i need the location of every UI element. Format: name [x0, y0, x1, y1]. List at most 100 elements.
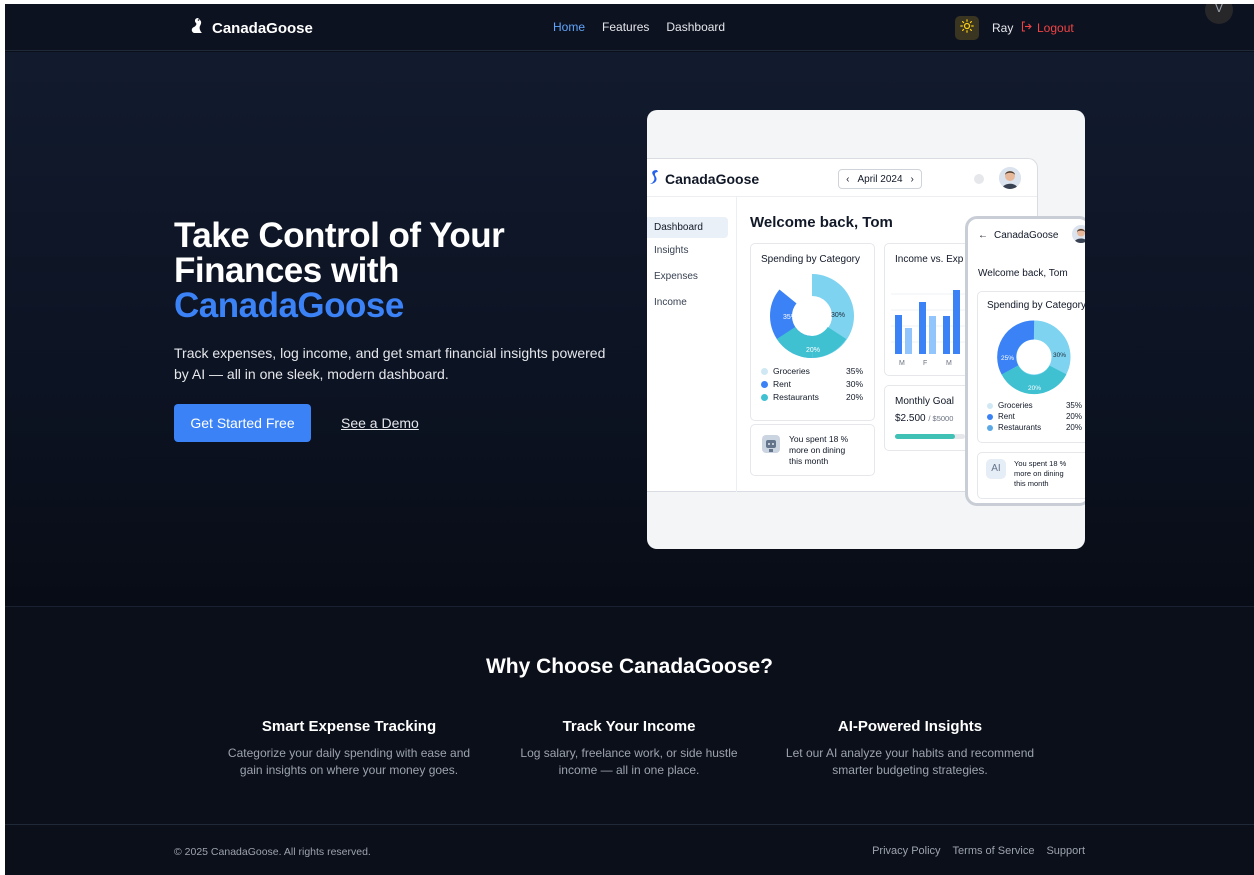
ai-text-line: more on dining — [789, 445, 846, 455]
feature-expense-tracking: Smart Expense Tracking Categorize your d… — [214, 718, 484, 779]
ai-text-line: You spent 18 % — [789, 434, 849, 444]
mockup-brand: CanadaGoose — [649, 169, 759, 188]
ai-insight-text: You spent 18 % more on dining this month — [789, 434, 848, 467]
logout-button[interactable]: Logout — [1021, 21, 1074, 35]
sidebar-item-expenses: Expenses — [654, 271, 698, 282]
legend-row: Restaurants 20% — [761, 392, 863, 402]
phone-donut-label-right: 30% — [1053, 352, 1066, 359]
feature-text-line: gain insights on where your money goes. — [239, 763, 459, 777]
footer-link-support[interactable]: Support — [1046, 845, 1085, 857]
ai-text-line: this month — [789, 456, 829, 466]
spending-donut: 35% 30% 20% — [770, 274, 854, 359]
logout-label: Logout — [1037, 21, 1074, 35]
brand-logo[interactable]: CanadaGoose — [190, 17, 313, 40]
ai-badge: AI — [986, 459, 1006, 479]
legend-row: Rent 20% — [987, 412, 1082, 421]
legend-value: 20% — [1065, 423, 1082, 432]
app-frame: CanadaGoose Home Features Dashboard Ray … — [5, 4, 1254, 875]
copyright-text: © 2025 CanadaGoose. All rights reserved. — [174, 846, 371, 858]
donut-label-right: 30% — [831, 312, 845, 319]
legend-row: Restaurants 20% — [987, 423, 1082, 432]
phone-spending-title: Spending by Category — [987, 300, 1085, 311]
feature-text: Categorize your daily spending with ease… — [214, 745, 484, 779]
phone-donut-label-left: 25% — [1001, 355, 1014, 362]
legend-name: Restaurants — [998, 423, 1042, 432]
dashboard-mockup-image: CanadaGoose ‹ April 2024 › Dashboard Ins… — [647, 110, 1085, 549]
hero-subtitle: Track expenses, log income, and get smar… — [174, 345, 606, 382]
theme-toggle-button[interactable] — [955, 16, 979, 40]
features-heading: Why Choose CanadaGoose? — [485, 655, 774, 678]
bar-label-m1: M — [899, 360, 905, 367]
legend-swatch — [987, 402, 993, 409]
feature-text: Let our AI analyze your habits and recom… — [775, 745, 1045, 779]
legend-value: 35% — [1065, 401, 1082, 410]
legend-swatch — [761, 393, 768, 401]
phone-mockup: ← CanadaGoose Welcome back, Tom Spending… — [965, 216, 1085, 506]
bar-label-m2: M — [946, 360, 952, 367]
logo-icon — [649, 169, 659, 188]
status-dot — [974, 174, 984, 184]
legend-swatch — [987, 413, 993, 420]
income-card: Income vs. Exp M F M — [884, 243, 974, 376]
goal-amount: $2.500 / $5000 — [895, 413, 953, 424]
goal-progress-track — [895, 434, 965, 439]
phone-welcome: Welcome back, Tom — [978, 268, 1068, 279]
feature-income: Track Your Income Log salary, freelance … — [494, 718, 764, 779]
phone-ai-text: You spent 18 % more on dining this month — [1014, 459, 1066, 489]
legend-swatch — [761, 380, 768, 388]
nav-link-features[interactable]: Features — [602, 20, 649, 34]
sun-icon — [960, 18, 974, 38]
monthly-goal-card: Monthly Goal $2.500 / $5000 — [884, 385, 974, 451]
feature-text-line: smarter budgeting strategies. — [832, 763, 988, 777]
month-label: April 2024 — [857, 173, 903, 185]
legend-value: 20% — [1065, 412, 1082, 421]
mockup-brand-name: CanadaGoose — [665, 170, 760, 187]
feature-title: AI-Powered Insights — [837, 718, 983, 735]
legend-value: 20% — [845, 392, 863, 402]
phone-spending-donut: 25% 30% 20% — [997, 320, 1071, 395]
corner-badge[interactable]: V — [1205, 4, 1233, 24]
logout-icon — [1021, 21, 1032, 35]
nav-links: Home Features Dashboard — [553, 20, 725, 34]
phone-donut-label-bottom: 20% — [1028, 385, 1041, 392]
legend-value: 30% — [845, 379, 863, 389]
phone-header: ← CanadaGoose — [968, 219, 1085, 251]
mockup-sidebar: Dashboard Insights Expenses Income — [647, 197, 737, 492]
nav-link-dashboard[interactable]: Dashboard — [666, 20, 725, 34]
legend-swatch — [987, 424, 993, 431]
footer-links: Privacy Policy Terms of Service Support — [872, 845, 1085, 857]
phone-ai-card: AI You spent 18 % more on dining this mo… — [977, 452, 1085, 499]
ai-text-line: You spent 18 % — [1014, 459, 1067, 468]
feature-text-line: income — all in one place. — [558, 763, 700, 777]
hero-section: Take Control of Your Finances with Canad… — [5, 52, 1254, 607]
goal-progress-fill — [895, 434, 955, 439]
legend-name: Groceries — [773, 366, 810, 376]
income-bar-chart: M F M — [891, 290, 971, 367]
hero-title-line1: Take Control of Your — [174, 216, 505, 255]
footer-link-privacy[interactable]: Privacy Policy — [872, 845, 940, 857]
donut-label-bottom: 20% — [806, 347, 820, 354]
donut-label-left: 35% — [783, 314, 797, 321]
legend-row: Groceries 35% — [761, 366, 863, 376]
feature-text: Log salary, freelance work, or side hust… — [494, 745, 764, 779]
spending-legend: Groceries 35% Rent 30% Restaurants 20% — [761, 366, 863, 405]
phone-spending-card: Spending by Category 25% 30% 20% Groceri… — [977, 291, 1085, 443]
bar-label-f: F — [923, 360, 927, 367]
spending-title: Spending by Category — [761, 254, 860, 265]
nav-link-home[interactable]: Home — [553, 20, 585, 34]
footer-link-terms[interactable]: Terms of Service — [953, 845, 1035, 857]
user-name: Ray — [992, 21, 1014, 35]
legend-swatch — [761, 367, 768, 375]
legend-name: Restaurants — [773, 392, 819, 402]
legend-row: Groceries 35% — [987, 401, 1082, 410]
mockup-welcome: Welcome back, Tom — [750, 214, 893, 231]
feature-text-line: Let our AI analyze your habits and recom… — [785, 746, 1035, 760]
see-demo-link[interactable]: See a Demo — [341, 415, 419, 431]
footer: © 2025 CanadaGoose. All rights reserved.… — [5, 824, 1254, 875]
legend-name: Rent — [773, 379, 791, 389]
legend-name: Rent — [998, 412, 1015, 421]
get-started-button[interactable]: Get Started Free — [174, 404, 311, 442]
legend-name: Groceries — [998, 401, 1033, 410]
legend-value: 35% — [845, 366, 863, 376]
goal-value: $2.500 — [895, 413, 926, 424]
